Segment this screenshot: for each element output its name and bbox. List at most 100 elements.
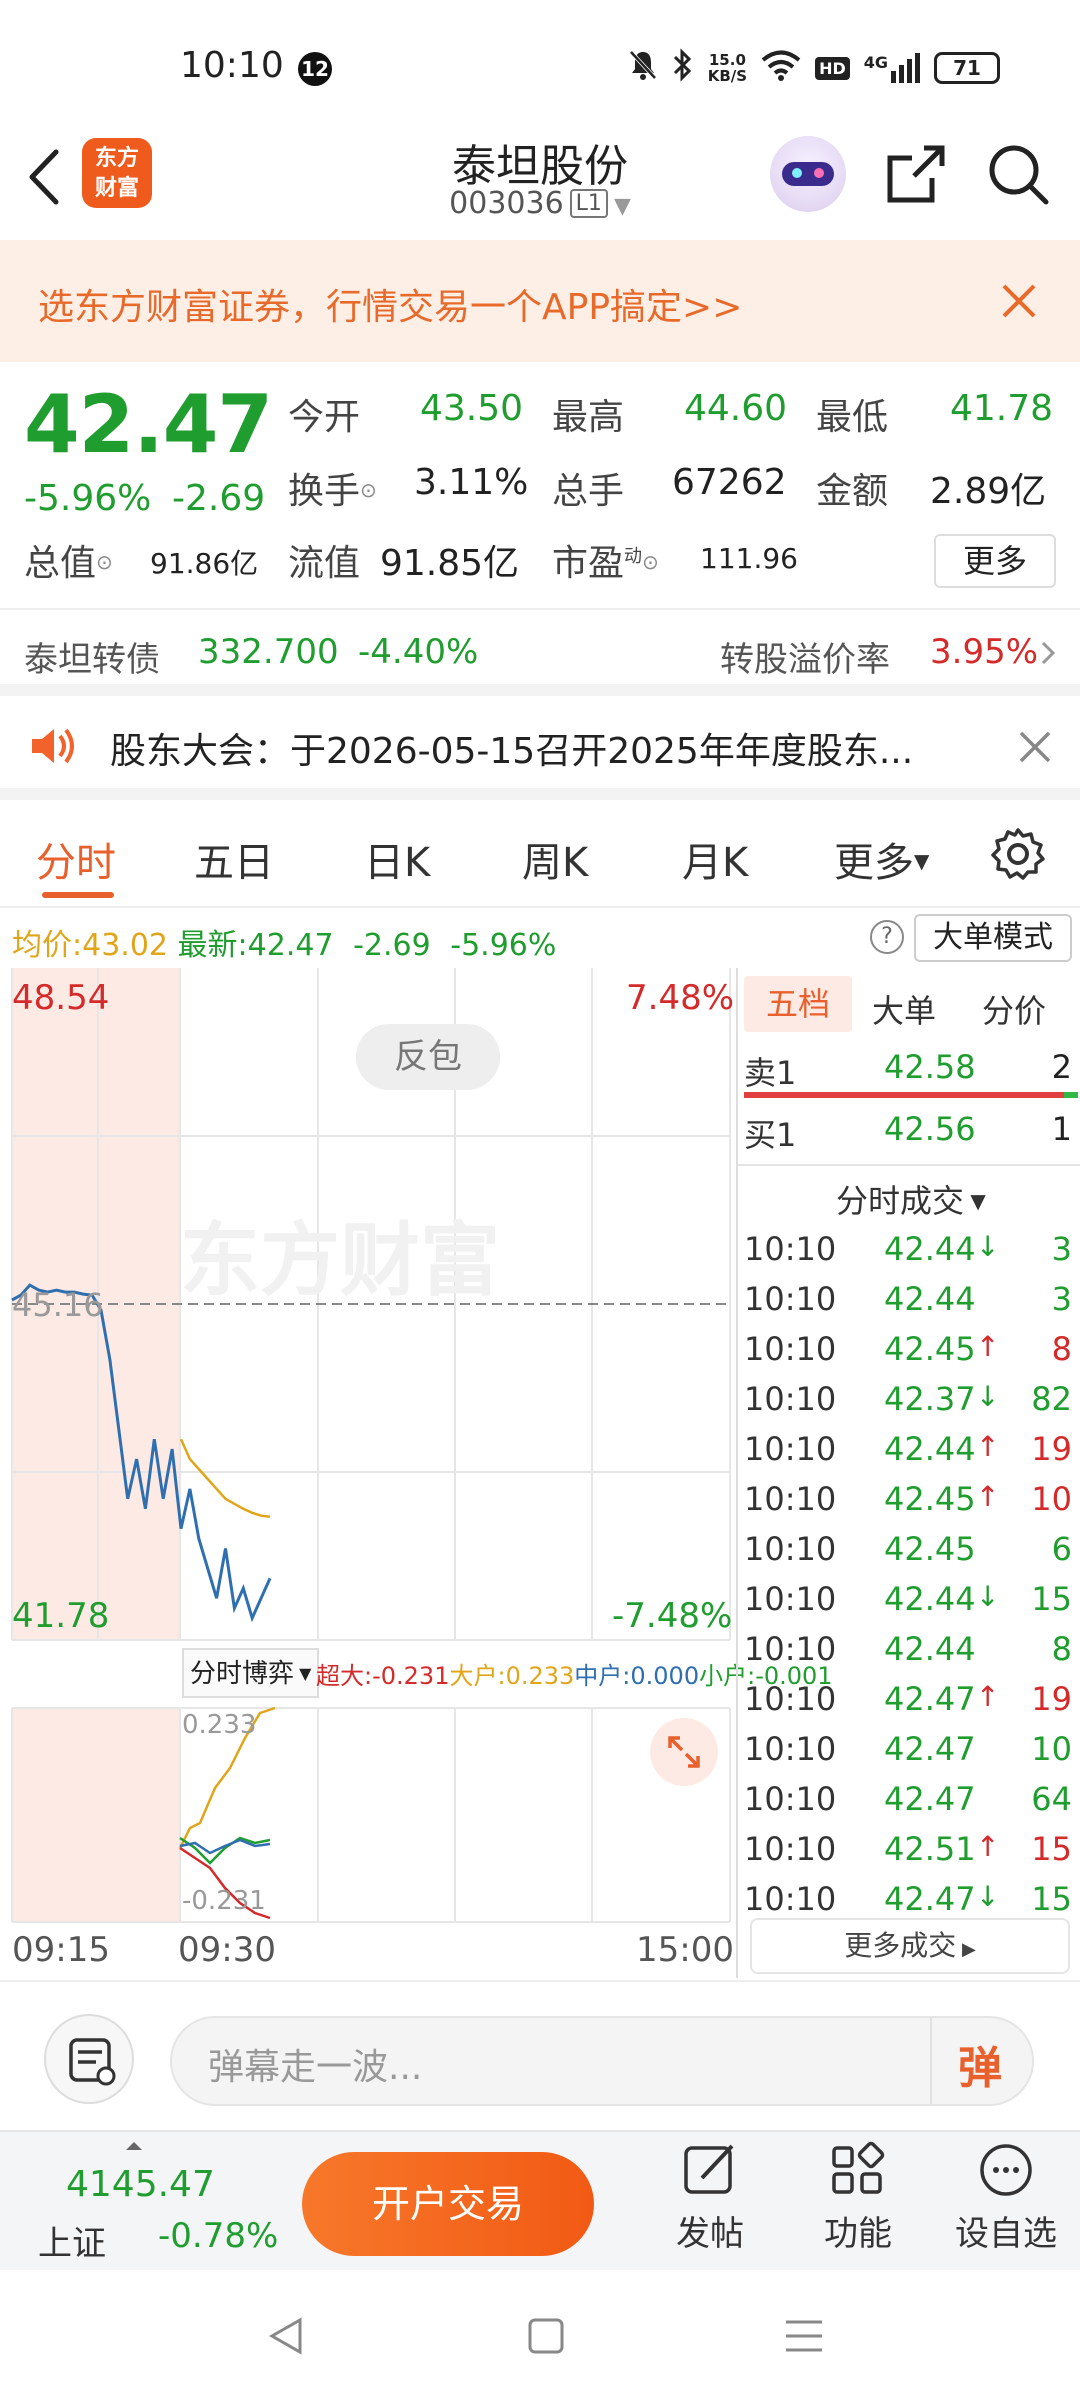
chart-bottom-price: 41.78 <box>12 1596 110 1636</box>
danmu-button[interactable]: 弹 <box>958 2032 1002 2096</box>
help-icon[interactable]: ? <box>870 920 904 954</box>
order-tab-five-level[interactable]: 五档 <box>744 976 852 1032</box>
more-button[interactable]: 更多 <box>934 534 1056 588</box>
tick-row: 10:10 42.44 3 <box>744 1280 1072 1318</box>
bond-name: 泰坦转债 <box>24 640 160 680</box>
signal-icon: 4G <box>864 53 920 83</box>
close-icon[interactable] <box>1000 282 1038 324</box>
chart-top-pct: 7.48% <box>626 978 735 1018</box>
nav-back-icon[interactable] <box>264 2314 308 2362</box>
promo-banner[interactable]: 选东方财富证券，行情交易一个APP搞定>> <box>0 240 1080 362</box>
change-pct: -5.96% <box>24 478 152 519</box>
share-icon[interactable] <box>884 142 948 210</box>
open-value: 43.50 <box>420 388 524 429</box>
more-trades-button[interactable]: 更多成交 ▶ <box>750 1918 1070 1974</box>
flow-axis-top: 0.233 <box>182 1710 257 1740</box>
comment-list-icon[interactable] <box>44 2014 134 2104</box>
mktcap-value: 91.86亿 <box>150 547 259 580</box>
intraday-chart[interactable]: 东方财富 <box>0 968 736 1978</box>
bond-change: -4.40% <box>358 632 479 672</box>
tab-monthly-k[interactable]: 月K <box>682 830 748 888</box>
tick-row: 10:10 42.44 ↑ 19 <box>744 1430 1072 1468</box>
premium-label: 转股溢价率 <box>720 640 890 680</box>
tick-row: 10:10 42.44 8 <box>744 1630 1072 1668</box>
robot-assistant-icon[interactable] <box>770 136 846 212</box>
pattern-badge: 反包 <box>356 1024 500 1090</box>
tick-row: 10:10 42.47 10 <box>744 1730 1072 1768</box>
order-tab-price-dist[interactable]: 分价 <box>982 986 1046 1032</box>
divider <box>738 1164 1080 1166</box>
tick-row: 10:10 42.45 6 <box>744 1530 1072 1568</box>
post-button[interactable]: 发帖 <box>660 2140 760 2264</box>
open-account-button[interactable]: 开户交易 <box>302 2152 594 2256</box>
flow-selector[interactable]: 分时博弈 ▼ <box>182 1648 320 1698</box>
float-label: 流值 <box>288 543 361 584</box>
danmu-input[interactable]: 弹幕走一波... 弹 <box>170 2016 1034 2106</box>
open-label: 今开 <box>288 397 361 438</box>
chart-mid-price: 45.16 <box>12 1286 104 1324</box>
function-button[interactable]: 功能 <box>808 2140 908 2264</box>
hd-badge: HD <box>815 56 850 80</box>
tick-row: 10:10 42.47 64 <box>744 1780 1072 1818</box>
chevron-right-icon <box>1040 640 1056 670</box>
notice-bar[interactable]: 股东大会：于2026-05-15召开2025年年度股东... <box>0 696 1080 800</box>
tick-row: 10:10 42.47 ↑ 19 <box>744 1680 1072 1718</box>
index-change: -0.78% <box>158 2216 279 2256</box>
nav-menu-icon[interactable] <box>782 2314 826 2362</box>
time-open: 09:30 <box>178 1930 276 1970</box>
system-nav-bar <box>0 2270 1080 2400</box>
convertible-bond-row[interactable]: 泰坦转债 332.700 -4.40% 转股溢价率 3.95% <box>0 608 1080 696</box>
tick-row: 10:10 42.45 ↑ 10 <box>744 1480 1072 1518</box>
amount-label: 金额 <box>816 471 889 512</box>
tick-row: 10:10 42.45 ↑ 8 <box>744 1330 1072 1368</box>
mute-icon <box>628 49 658 87</box>
pe-label: 市盈动⊙ <box>552 543 659 584</box>
close-notice-icon[interactable] <box>1018 730 1052 768</box>
status-time: 10:10 <box>180 45 284 86</box>
tick-row: 10:10 42.44 ↓ 15 <box>744 1580 1072 1618</box>
status-bar: 10:10 12 15.0 KB/S HD 4G 71 <box>0 0 1080 130</box>
mktcap-label: 总值⊙ <box>24 543 113 584</box>
float-value: 91.85亿 <box>380 543 520 584</box>
chart-bottom-pct: -7.48% <box>612 1596 733 1636</box>
tab-daily-k[interactable]: 日K <box>364 830 430 888</box>
buy-level-1: 买1 42.56 1 <box>744 1110 1072 1154</box>
battery-indicator: 71 <box>934 52 1000 84</box>
turnover-label: 换手⊙ <box>288 471 377 512</box>
nav-home-icon[interactable] <box>524 2314 568 2362</box>
grid-icon <box>832 2141 885 2194</box>
tab-weekly-k[interactable]: 周K <box>522 830 588 888</box>
search-icon[interactable] <box>986 142 1050 210</box>
turnover-value: 3.11% <box>414 462 529 503</box>
notice-text: 股东大会：于2026-05-15召开2025年年度股东... <box>110 731 914 772</box>
tab-five-day[interactable]: 五日 <box>194 830 274 888</box>
speaker-icon <box>30 726 78 770</box>
stock-header: 东方财富 泰坦股份 003036 L1 ▼ <box>0 130 1080 240</box>
ticks-title[interactable]: 分时成交 ▼ <box>836 1176 986 1222</box>
bond-price: 332.700 <box>198 632 339 672</box>
indicator-values: 均价:43.02 最新:42.47 -2.69 -5.96% <box>12 928 557 963</box>
current-price: 42.47 <box>24 378 273 471</box>
quote-panel: 42.47 -5.96% -2.69 今开 43.50 最高 44.60 最低 … <box>0 362 1080 602</box>
index-name: 上证 <box>38 2224 106 2264</box>
bid-ask-bar <box>744 1092 1078 1098</box>
flow-small-line <box>179 1836 271 1865</box>
tick-row: 10:10 42.37 ↓ 82 <box>744 1380 1072 1418</box>
indicator-row: 均价:43.02 最新:42.47 -2.69 -5.96% ? 大单模式 <box>0 906 1080 968</box>
wifi-icon <box>761 49 801 87</box>
tab-intraday[interactable]: 分时 <box>36 830 116 888</box>
index-ticker[interactable]: 4145.47 上证 -0.78% <box>30 2142 280 2264</box>
index-value: 4145.47 <box>66 2164 215 2205</box>
order-tab-big-orders[interactable]: 大单 <box>872 986 936 1032</box>
big-order-mode-button[interactable]: 大单模式 <box>914 914 1072 962</box>
expand-icon[interactable] <box>650 1718 718 1786</box>
gear-icon[interactable] <box>990 826 1046 886</box>
promo-text: 选东方财富证券，行情交易一个APP搞定>> <box>38 287 743 328</box>
net-speed: 15.0 KB/S <box>707 51 748 85</box>
high-value: 44.60 <box>684 388 788 429</box>
order-book-panel: 五档 大单 分价 卖1 42.58 2 买1 42.56 1 分时成交 ▼ 10… <box>736 968 1080 1978</box>
premarket-shade-bottom <box>12 1708 180 1922</box>
add-watchlist-button[interactable]: 设自选 <box>946 2140 1066 2264</box>
chart-tabs: 分时 五日 日K 周K 月K 更多▼ <box>0 800 1080 906</box>
tab-more[interactable]: 更多▼ <box>834 830 929 888</box>
